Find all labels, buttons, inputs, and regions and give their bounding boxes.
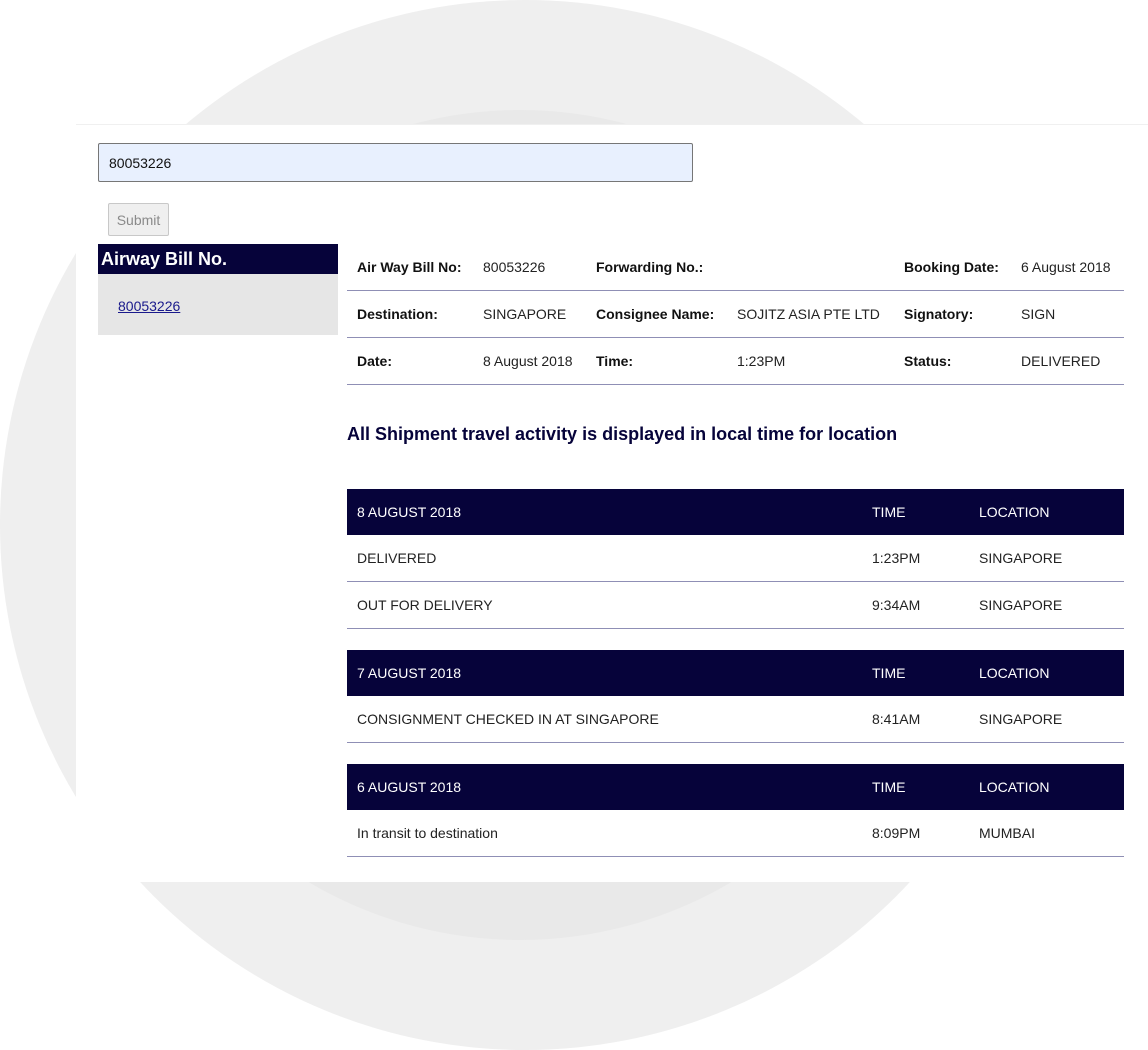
awb-label: Air Way Bill No: xyxy=(347,244,473,291)
awb-value: 80053226 xyxy=(473,244,586,291)
activity-row: OUT FOR DELIVERY 9:34AM SINGAPORE xyxy=(347,581,1124,629)
activity-description: OUT FOR DELIVERY xyxy=(347,581,862,629)
location-column-header: LOCATION xyxy=(969,650,1124,696)
activity-location: MUMBAI xyxy=(969,810,1124,857)
activity-time: 1:23PM xyxy=(862,535,969,582)
forwarding-label: Forwarding No.: xyxy=(586,244,727,291)
activity-description: In transit to destination xyxy=(347,810,862,857)
activity-time: 8:41AM xyxy=(862,696,969,743)
date-label: Date: xyxy=(347,337,473,385)
booking-date-value: 6 August 2018 xyxy=(1011,244,1124,291)
activity-time: 8:09PM xyxy=(862,810,969,857)
activity-row: CONSIGNMENT CHECKED IN AT SINGAPORE 8:41… xyxy=(347,696,1124,743)
booking-date-label: Booking Date: xyxy=(894,244,1011,291)
activity-group-header: 6 AUGUST 2018 TIME LOCATION xyxy=(347,764,1124,810)
details-row: Air Way Bill No: 80053226 Forwarding No.… xyxy=(347,244,1124,291)
time-column-header: TIME xyxy=(862,650,969,696)
airway-bill-search-input[interactable] xyxy=(98,143,693,182)
activity-location: SINGAPORE xyxy=(969,696,1124,743)
activity-row: DELIVERED 1:23PM SINGAPORE xyxy=(347,535,1124,582)
status-value: DELIVERED xyxy=(1011,337,1124,385)
submit-button[interactable]: Submit xyxy=(108,203,169,236)
activity-group-header: 7 AUGUST 2018 TIME LOCATION xyxy=(347,650,1124,696)
forwarding-value xyxy=(727,244,894,291)
destination-label: Destination: xyxy=(347,290,473,338)
airway-bill-sidebar: Airway Bill No. 80053226 xyxy=(98,244,338,335)
activity-time: 9:34AM xyxy=(862,581,969,629)
consignee-value: SOJITZ ASIA PTE LTD xyxy=(727,290,894,338)
activity-row: In transit to destination 8:09PM MUMBAI xyxy=(347,810,1124,857)
group-date: 8 AUGUST 2018 xyxy=(347,489,862,535)
activity-group-table: 7 AUGUST 2018 TIME LOCATION CONSIGNMENT … xyxy=(347,650,1124,743)
time-label: Time: xyxy=(586,337,727,385)
signatory-value: SIGN xyxy=(1011,290,1124,338)
time-column-header: TIME xyxy=(862,489,969,535)
activity-headline: All Shipment travel activity is displaye… xyxy=(347,424,898,444)
details-row: Date: 8 August 2018 Time: 1:23PM Status:… xyxy=(347,337,1124,385)
activity-group-header: 8 AUGUST 2018 TIME LOCATION xyxy=(347,489,1124,535)
activity-description: DELIVERED xyxy=(347,535,862,582)
time-value: 1:23PM xyxy=(727,337,894,385)
shipment-details-table: Air Way Bill No: 80053226 Forwarding No.… xyxy=(347,244,1124,385)
activity-group-table: 6 AUGUST 2018 TIME LOCATION In transit t… xyxy=(347,764,1124,857)
consignee-label: Consignee Name: xyxy=(586,290,727,338)
activity-location: SINGAPORE xyxy=(969,581,1124,629)
activity-location: SINGAPORE xyxy=(969,535,1124,582)
sidebar-title: Airway Bill No. xyxy=(98,244,338,274)
time-column-header: TIME xyxy=(862,764,969,810)
date-value: 8 August 2018 xyxy=(473,337,586,385)
activity-description: CONSIGNMENT CHECKED IN AT SINGAPORE xyxy=(347,696,862,743)
destination-value: SINGAPORE xyxy=(473,290,586,338)
group-date: 7 AUGUST 2018 xyxy=(347,650,862,696)
location-column-header: LOCATION xyxy=(969,489,1124,535)
details-row: Destination: SINGAPORE Consignee Name: S… xyxy=(347,290,1124,338)
status-label: Status: xyxy=(894,337,1011,385)
signatory-label: Signatory: xyxy=(894,290,1011,338)
location-column-header: LOCATION xyxy=(969,764,1124,810)
activity-group-table: 8 AUGUST 2018 TIME LOCATION DELIVERED 1:… xyxy=(347,489,1124,629)
airway-bill-link[interactable]: 80053226 xyxy=(118,298,180,314)
tracking-panel: Submit Airway Bill No. 80053226 Air Way … xyxy=(76,124,1148,882)
sidebar-list: 80053226 xyxy=(98,274,338,335)
group-date: 6 AUGUST 2018 xyxy=(347,764,862,810)
